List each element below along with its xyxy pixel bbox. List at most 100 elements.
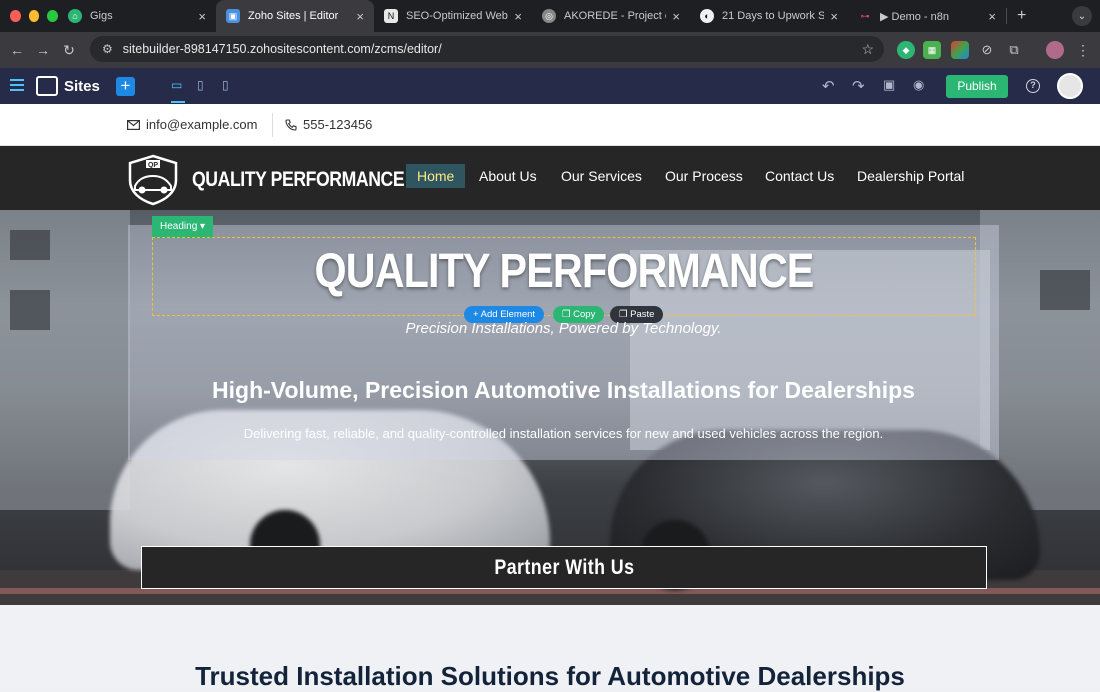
tab-favicon-icon: ⌂ — [68, 9, 82, 23]
mail-icon — [127, 119, 140, 130]
help-icon[interactable]: ? — [1026, 79, 1040, 93]
site-settings-icon[interactable]: ⚙ — [102, 42, 113, 56]
url-text: sitebuilder-898147150.zohositescontent.c… — [122, 42, 442, 56]
site-navbar: QP QUALITY PERFORMANCE Home About Us Our… — [0, 146, 1100, 210]
sites-logo-icon — [36, 76, 58, 96]
browser-address-bar: ← → ↻ ⚙ sitebuilder-898147150.zohositesc… — [0, 32, 1100, 68]
window-controls — [0, 10, 59, 22]
forward-icon[interactable]: → — [30, 42, 56, 58]
tab-title: 21 Days to Upwork Succ — [722, 10, 825, 22]
back-icon[interactable]: ← — [4, 42, 30, 58]
close-tab-icon[interactable]: × — [830, 9, 838, 24]
browser-tab[interactable]: ⌂ Gigs × — [58, 0, 216, 32]
phone-text: 555-123456 — [303, 117, 373, 132]
extension-badge-icon[interactable]: ▦ — [923, 41, 941, 59]
hero-description[interactable]: Delivering fast, reliable, and quality-c… — [128, 426, 999, 441]
browser-tab[interactable]: ◎ AKOREDE - Project qual × — [532, 0, 690, 32]
editor-toolbar: Sites + ▭ ▯ ▯ ↶ ↷ ▣ ◉ Publish ? — [0, 68, 1100, 104]
desktop-view-icon[interactable]: ▭ — [171, 78, 182, 92]
nav-our-services[interactable]: Our Services — [561, 168, 642, 184]
publish-button[interactable]: Publish — [946, 75, 1008, 98]
browser-tab-active[interactable]: ▣ Zoho Sites | Editor × — [216, 0, 374, 32]
extension-color-icon[interactable] — [951, 41, 969, 59]
close-tab-icon[interactable]: × — [672, 9, 680, 24]
paste-icon: ❐ — [619, 309, 631, 320]
extension-compass-icon[interactable]: ⊘ — [978, 41, 996, 59]
maximize-window-button[interactable] — [47, 10, 59, 22]
app-name: Sites — [64, 77, 100, 95]
menu-hamburger-icon[interactable] — [10, 79, 24, 94]
sites-logo: Sites — [36, 76, 100, 96]
profile-avatar[interactable] — [1046, 41, 1064, 59]
paste-label: Paste — [630, 309, 655, 320]
tab-title: Gigs — [90, 10, 113, 22]
contact-phone[interactable]: 555-123456 — [285, 117, 372, 132]
copy-label: Copy — [573, 309, 596, 320]
brand-logo-icon: QP — [128, 154, 178, 206]
bookmark-star-icon[interactable]: ☆ — [861, 41, 874, 58]
contact-email[interactable]: info@example.com — [127, 117, 257, 132]
tab-title: Zoho Sites | Editor — [248, 10, 339, 22]
nav-our-process[interactable]: Our Process — [665, 168, 743, 184]
close-tab-icon[interactable]: × — [356, 9, 364, 24]
svg-text:QP: QP — [148, 162, 158, 169]
tab-favicon-icon: ▣ — [226, 9, 240, 23]
browser-tab[interactable]: ⊶ ▶ Demo - n8n × — [848, 0, 1006, 32]
new-tab-icon[interactable]: + — [1017, 7, 1026, 25]
browser-menu-icon[interactable]: ⋮ — [1074, 41, 1092, 59]
section-heading[interactable]: Trusted Installation Solutions for Autom… — [0, 661, 1100, 692]
extension-icon[interactable]: ◆ — [897, 41, 915, 59]
close-window-button[interactable] — [10, 10, 21, 22]
tab-favicon-icon: ◎ — [542, 9, 556, 23]
element-type-label: Heading — [160, 221, 198, 232]
close-tab-icon[interactable]: × — [514, 9, 522, 24]
close-tab-icon[interactable]: × — [198, 9, 206, 24]
site-brand[interactable]: QP QUALITY PERFORMANCE — [126, 154, 445, 206]
email-text: info@example.com — [146, 117, 258, 132]
hero-heading[interactable]: QUALITY PERFORMANCE — [210, 244, 919, 299]
tab-title: ▶ Demo - n8n — [880, 10, 949, 23]
tablet-view-icon[interactable]: ▯ — [197, 78, 204, 92]
close-tab-icon[interactable]: × — [988, 9, 996, 24]
reload-icon[interactable]: ↻ — [56, 42, 82, 59]
nav-about-us[interactable]: About Us — [479, 168, 537, 184]
contact-divider — [272, 113, 273, 137]
hero-headline[interactable]: High-Volume, Precision Automotive Instal… — [128, 377, 999, 404]
tab-favicon-icon: N — [384, 9, 398, 23]
hero-subtitle[interactable]: Precision Installations, Powered by Tech… — [128, 320, 999, 337]
minimize-window-button[interactable] — [28, 10, 40, 22]
url-input[interactable]: ⚙ sitebuilder-898147150.zohositescontent… — [90, 36, 884, 62]
cta-label: Partner With Us — [493, 556, 635, 579]
tab-separator — [1006, 8, 1007, 24]
partner-with-us-button[interactable]: Partner With Us — [141, 546, 987, 589]
preview-eye-icon[interactable]: ◉ — [913, 77, 924, 93]
redo-icon[interactable]: ↷ — [852, 77, 865, 95]
copy-icon: ❐ — [562, 309, 574, 320]
mobile-view-icon[interactable]: ▯ — [222, 78, 229, 92]
hero-bg-window — [10, 230, 50, 260]
undo-icon[interactable]: ↶ — [822, 77, 835, 95]
user-avatar[interactable] — [1057, 73, 1083, 99]
desktop-view-indicator — [171, 101, 185, 103]
tab-favicon-icon: ⊶ — [860, 10, 870, 21]
tab-title: AKOREDE - Project qual — [564, 10, 666, 22]
browser-tab-strip: ⌂ Gigs × ▣ Zoho Sites | Editor × N SEO-O… — [0, 0, 1100, 32]
add-element-button[interactable]: + — [116, 77, 135, 96]
browser-tab[interactable]: ◐ 21 Days to Upwork Succ × — [690, 0, 848, 32]
brand-name: QUALITY PERFORMANCE — [192, 168, 405, 191]
nav-dealership-portal[interactable]: Dealership Portal — [857, 168, 964, 184]
hero-section: Heading ▾ QUALITY PERFORMANCE + Add Elem… — [0, 210, 1100, 605]
nav-contact-us[interactable]: Contact Us — [765, 168, 834, 184]
phone-icon — [285, 118, 297, 131]
hero-bg-window — [10, 290, 50, 330]
save-icon[interactable]: ▣ — [883, 77, 895, 93]
tab-search-icon[interactable]: ⌄ — [1072, 6, 1092, 26]
tab-favicon-icon: ◐ — [700, 9, 714, 23]
chevron-down-icon: ▾ — [200, 221, 206, 232]
nav-home[interactable]: Home — [406, 164, 466, 188]
tab-title: SEO-Optimized Website — [406, 10, 508, 22]
element-type-tag[interactable]: Heading ▾ — [152, 216, 214, 238]
extensions-puzzle-icon[interactable]: ⧉ — [1005, 41, 1023, 59]
trusted-section: Trusted Installation Solutions for Autom… — [0, 605, 1100, 691]
browser-tab[interactable]: N SEO-Optimized Website × — [374, 0, 532, 32]
